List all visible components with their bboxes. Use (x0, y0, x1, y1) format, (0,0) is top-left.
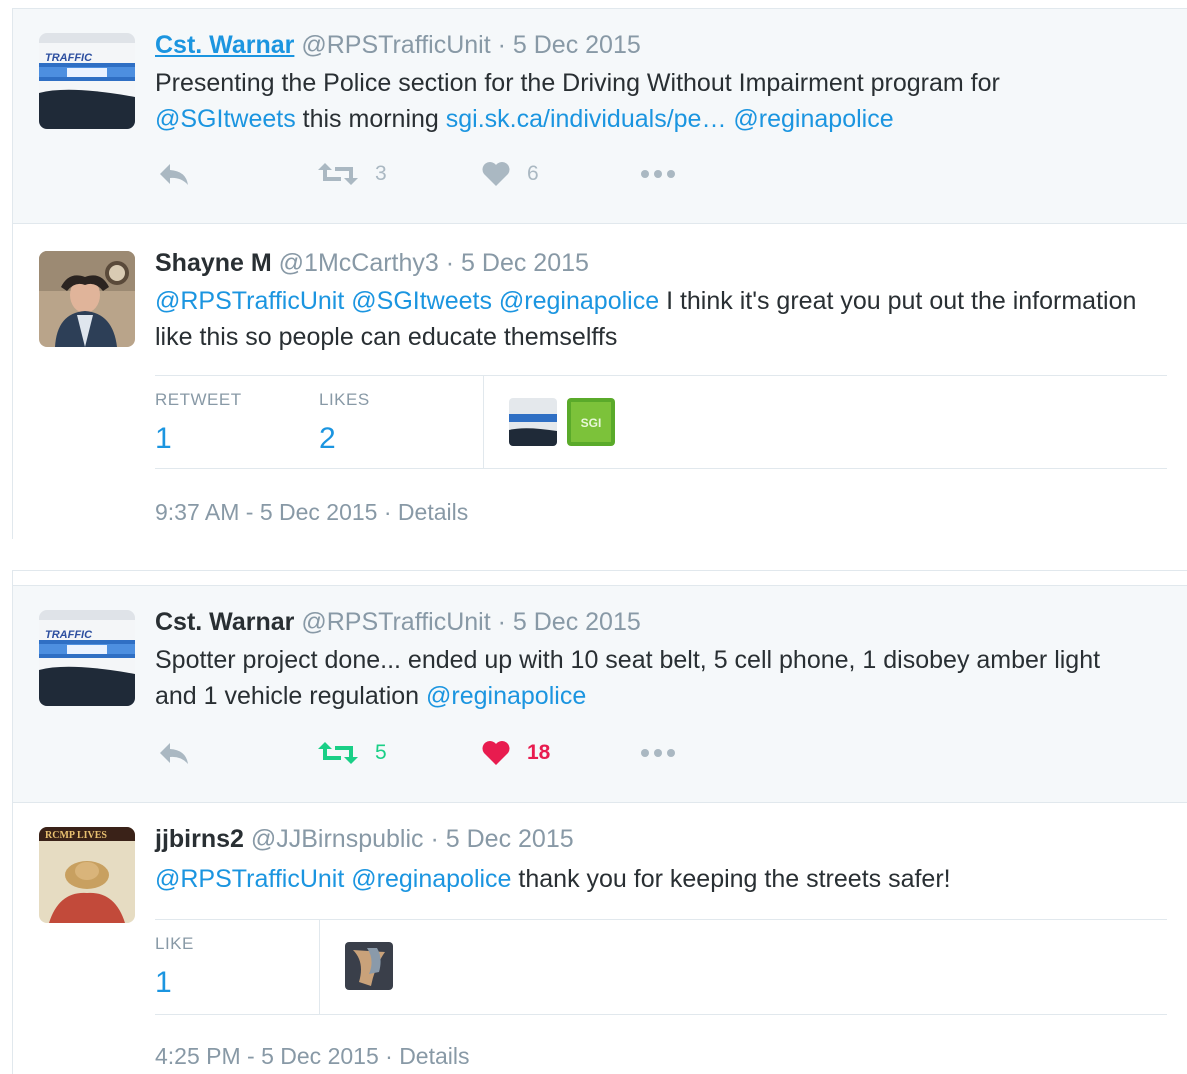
tweet-text: @RPSTrafficUnit @reginapolice thank you … (155, 861, 1155, 897)
tweet-date[interactable]: 5 Dec 2015 (461, 249, 589, 277)
retweet-icon (318, 742, 358, 764)
more-icon (641, 170, 675, 178)
retweeter-avatar[interactable] (509, 398, 557, 446)
author-name[interactable]: Cst. Warnar (155, 608, 294, 636)
like-count: 18 (527, 741, 551, 764)
retweet-count: 3 (375, 162, 387, 185)
parent-tweet[interactable]: TRAFFIC Cst. Warnar @RPSTrafficUnit · 5 … (13, 9, 1187, 224)
tweet-text: Presenting the Police section for the Dr… (155, 65, 1155, 137)
tweet-stats: LIKE 1 (155, 919, 1167, 1015)
rcmp-banner-text: RCMP LIVES (45, 830, 107, 841)
traffic-unit-avatar[interactable]: TRAFFIC (39, 610, 135, 706)
tweet-text-part: Spotter project done... ended up with 10… (155, 646, 1101, 710)
tweet-meta: 4:25 PM - 5 Dec 2015 · Details (155, 1043, 470, 1070)
separator: · (385, 1043, 393, 1069)
mention-link[interactable]: @RPSTrafficUnit (155, 287, 344, 315)
liker-avatar[interactable]: SGI (567, 398, 615, 446)
author-handle[interactable]: @RPSTrafficUnit (301, 31, 490, 59)
reply-button[interactable] (157, 161, 191, 187)
user-avatar[interactable]: RCMP LIVES (39, 827, 135, 923)
tweet-text-part: this morning (295, 105, 446, 133)
url-link[interactable]: sgi.sk.ca/individuals/pe… (446, 105, 727, 133)
user-avatar[interactable] (39, 251, 135, 347)
stat-value: 2 (319, 422, 336, 455)
traffic-logo-text: TRAFFIC (45, 52, 93, 64)
stat-value: 1 (155, 422, 172, 455)
stat-label: LIKES (319, 390, 370, 409)
author-name[interactable]: Shayne M (155, 249, 272, 277)
tweet-header: Shayne M @1McCarthy3 · 5 Dec 2015 (155, 249, 589, 278)
tweet-timestamp: 4:25 PM - 5 Dec 2015 (155, 1043, 379, 1069)
divider (319, 920, 320, 1014)
stat-value: 1 (155, 966, 172, 999)
separator: · (430, 825, 439, 853)
reply-icon (160, 164, 188, 185)
stat-label: RETWEET (155, 390, 242, 409)
tweet-text-part: thank you for keeping the streets safer! (511, 865, 951, 893)
retweet-button[interactable]: 5 (317, 740, 387, 766)
liker-avatar[interactable] (345, 942, 393, 990)
tweet-actions: 5 18 (155, 740, 755, 770)
traffic-unit-avatar[interactable]: TRAFFIC (39, 33, 135, 129)
author-handle[interactable]: @1McCarthy3 (279, 249, 439, 277)
tweet-thread-1: TRAFFIC Cst. Warnar @RPSTrafficUnit · 5 … (12, 8, 1187, 539)
reply-button[interactable] (157, 740, 191, 766)
tweet-date[interactable]: 5 Dec 2015 (513, 608, 641, 636)
tweet-text: Spotter project done... ended up with 10… (155, 642, 1115, 714)
retweet-count: 5 (375, 741, 387, 764)
author-handle[interactable]: @RPSTrafficUnit (301, 608, 490, 636)
mention-link[interactable]: @SGItweets (351, 287, 492, 315)
tweet-text-part: Presenting the Police section for the Dr… (155, 69, 1000, 97)
tweet-timestamp: 9:37 AM - 5 Dec 2015 (155, 499, 378, 525)
tweet-meta: 9:37 AM - 5 Dec 2015 · Details (155, 499, 468, 526)
more-icon (641, 749, 675, 757)
like-button[interactable]: 18 (481, 740, 550, 766)
separator: · (497, 608, 506, 636)
mention-link[interactable]: @reginapolice (733, 105, 893, 133)
mention-link[interactable]: @reginapolice (351, 865, 511, 893)
more-button[interactable] (637, 740, 679, 766)
separator: · (497, 31, 506, 59)
author-name[interactable]: Cst. Warnar (155, 31, 294, 59)
details-link[interactable]: Details (399, 1043, 469, 1069)
mention-link[interactable]: @RPSTrafficUnit (155, 865, 344, 893)
retweet-icon (318, 163, 358, 185)
tweet-actions: 3 6 (155, 161, 755, 191)
sgi-logo-text: SGI (581, 416, 602, 430)
reply-icon (160, 743, 188, 764)
parent-tweet[interactable]: TRAFFIC Cst. Warnar @RPSTrafficUnit · 5 … (13, 585, 1187, 803)
heart-icon (482, 162, 510, 186)
like-count: 6 (527, 162, 539, 185)
like-button[interactable]: 6 (481, 161, 539, 187)
retweet-button[interactable]: 3 (317, 161, 387, 187)
traffic-logo-text: TRAFFIC (45, 629, 93, 641)
tweet-date[interactable]: 5 Dec 2015 (446, 825, 574, 853)
separator: · (383, 499, 392, 525)
tweet-header: Cst. Warnar @RPSTrafficUnit · 5 Dec 2015 (155, 608, 641, 637)
stat-label: LIKE (155, 934, 194, 953)
mention-link[interactable]: @reginapolice (426, 682, 586, 710)
separator: · (445, 249, 455, 277)
heart-icon (482, 741, 510, 765)
mention-link[interactable]: @SGItweets (155, 105, 296, 133)
details-link[interactable]: Details (398, 499, 468, 525)
mention-link[interactable]: @reginapolice (499, 287, 659, 315)
author-handle[interactable]: @JJBirnspublic (251, 825, 424, 853)
tweet-date[interactable]: 5 Dec 2015 (513, 31, 641, 59)
tweet-text: @RPSTrafficUnit @SGItweets @reginapolice… (155, 283, 1155, 355)
tweet-header: jjbirns2 @JJBirnspublic · 5 Dec 2015 (155, 825, 574, 854)
tweet-thread-2: TRAFFIC Cst. Warnar @RPSTrafficUnit · 5 … (12, 570, 1187, 1074)
author-name[interactable]: jjbirns2 (155, 825, 244, 853)
divider (483, 376, 484, 468)
tweet-header: Cst. Warnar @RPSTrafficUnit · 5 Dec 2015 (155, 31, 641, 60)
more-button[interactable] (637, 161, 679, 187)
tweet-stats: RETWEET 1 LIKES 2 SGI (155, 375, 1167, 469)
